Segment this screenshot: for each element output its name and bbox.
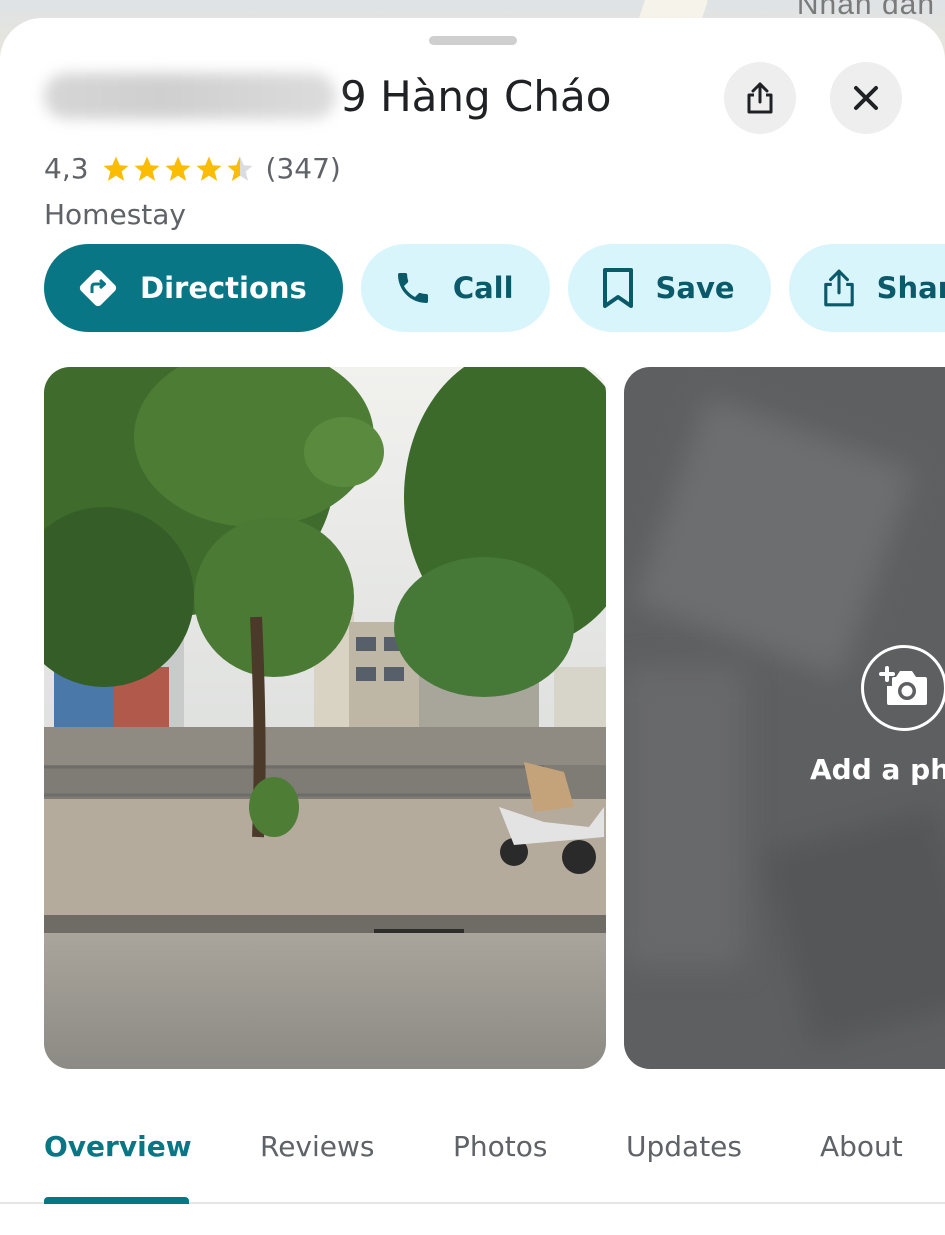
close-button[interactable] — [830, 62, 902, 134]
review-count: (347) — [265, 152, 341, 185]
save-label: Save — [655, 271, 735, 305]
add-photo-icon — [878, 664, 930, 712]
add-photo-button[interactable] — [861, 645, 945, 731]
star-icon — [134, 156, 160, 181]
bookmark-icon — [600, 267, 636, 309]
place-category: Homestay — [44, 198, 186, 231]
share-label: Share — [876, 271, 945, 305]
tab-reviews[interactable]: Reviews — [260, 1130, 375, 1163]
rating-value: 4,3 — [44, 152, 89, 185]
add-photo-label: Add a photo — [810, 753, 945, 786]
blurred-shape — [633, 396, 915, 678]
share-button[interactable]: Share — [788, 244, 945, 332]
place-sheet: 9 Hàng Cháo 4,3 (347) Homestay Direction… — [0, 18, 945, 1235]
half-star-icon — [227, 156, 253, 181]
tab-overview[interactable]: Overview — [44, 1130, 192, 1163]
blurred-shape — [624, 667, 744, 967]
place-tabs: Overview Reviews Photos Updates About — [0, 1118, 945, 1204]
tab-updates[interactable]: Updates — [626, 1130, 742, 1163]
share-icon — [745, 81, 775, 115]
directions-button[interactable]: Directions — [44, 244, 343, 332]
tab-photos[interactable]: Photos — [453, 1130, 547, 1163]
call-button[interactable]: Call — [360, 244, 550, 332]
header-share-button[interactable] — [724, 62, 796, 134]
share-icon — [821, 266, 857, 310]
save-button[interactable]: Save — [567, 244, 771, 332]
directions-icon — [76, 266, 120, 310]
star-icon — [165, 156, 191, 181]
blurred-shape — [761, 807, 945, 1047]
active-tab-indicator — [44, 1197, 189, 1204]
star-icon — [103, 156, 129, 181]
place-title: 9 Hàng Cháo — [44, 66, 611, 126]
star-icon — [196, 156, 222, 181]
street-view-photo[interactable] — [44, 367, 606, 1069]
drag-handle[interactable] — [429, 36, 517, 45]
tab-about[interactable]: About — [820, 1130, 903, 1163]
star-rating — [101, 154, 256, 184]
close-icon — [852, 84, 880, 112]
directions-label: Directions — [140, 271, 307, 305]
rating-row[interactable]: 4,3 (347) — [44, 152, 341, 185]
add-photo-card[interactable]: Add a photo — [624, 367, 945, 1069]
redacted-title-part — [44, 73, 336, 119]
call-label: Call — [452, 271, 514, 305]
place-title-text: 9 Hàng Cháo — [340, 71, 612, 121]
phone-icon — [393, 268, 433, 308]
action-chips: Directions Call Save Shar — [44, 244, 945, 332]
